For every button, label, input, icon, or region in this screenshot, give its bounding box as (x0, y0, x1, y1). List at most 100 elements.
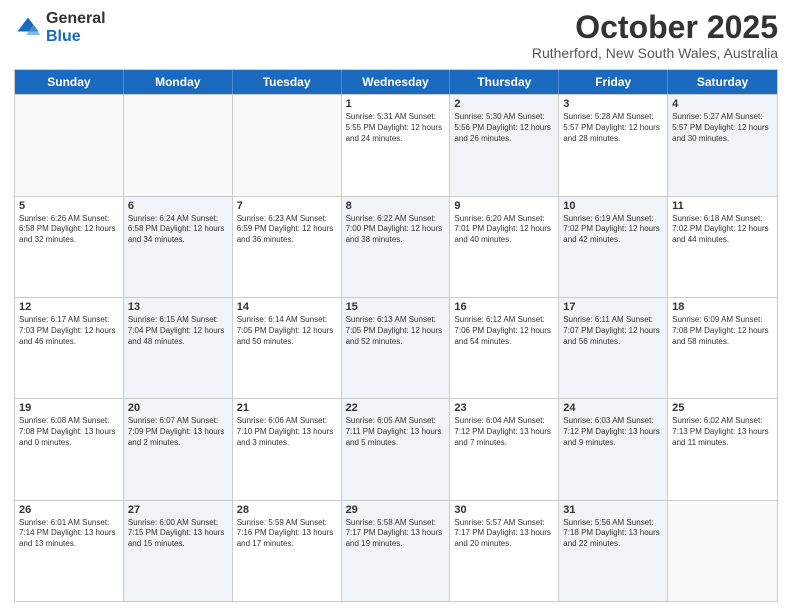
day-number: 15 (346, 301, 446, 313)
calendar-row-3: 19 Sunrise: 6:08 AM Sunset: 7:08 PM Dayli… (15, 398, 777, 499)
day-cell-24: 24 Sunrise: 6:03 AM Sunset: 7:12 PM Dayli… (559, 399, 668, 499)
logo-blue-text: Blue (46, 28, 106, 46)
empty-cell-0-2 (233, 95, 342, 195)
day-info: Sunrise: 6:06 AM Sunset: 7:10 PM Dayligh… (237, 416, 337, 448)
day-cell-29: 29 Sunrise: 5:58 AM Sunset: 7:17 PM Dayli… (342, 501, 451, 601)
calendar-row-4: 26 Sunrise: 6:01 AM Sunset: 7:14 PM Dayli… (15, 500, 777, 601)
logo-text: General Blue (46, 10, 106, 45)
day-number: 2 (454, 98, 554, 110)
empty-cell-0-0 (15, 95, 124, 195)
empty-cell-0-1 (124, 95, 233, 195)
day-number: 29 (346, 504, 446, 516)
logo: General Blue (14, 10, 106, 45)
day-cell-8: 8 Sunrise: 6:22 AM Sunset: 7:00 PM Daylig… (342, 197, 451, 297)
weekday-header-friday: Friday (559, 70, 668, 94)
day-number: 21 (237, 402, 337, 414)
calendar-row-2: 12Sunrise: 6:17 AM Sunset: 7:03 PM Dayli… (15, 297, 777, 398)
weekday-header-thursday: Thursday (450, 70, 559, 94)
day-cell-25: 25 Sunrise: 6:02 AM Sunset: 7:13 PM Dayli… (668, 399, 777, 499)
calendar-header: SundayMondayTuesdayWednesdayThursdayFrid… (15, 70, 777, 94)
day-info: Sunrise: 6:05 AM Sunset: 7:11 PM Dayligh… (346, 416, 446, 448)
day-info: Sunrise: 5:59 AM Sunset: 7:16 PM Dayligh… (237, 518, 337, 550)
day-number: 14 (237, 301, 337, 313)
day-number: 3 (563, 98, 663, 110)
day-number: 10 (563, 200, 663, 212)
day-number: 18 (672, 301, 773, 313)
day-number: 5 (19, 200, 119, 212)
day-info: Sunrise: 6:09 AM Sunset: 7:08 PM Dayligh… (672, 315, 773, 347)
day-number: 8 (346, 200, 446, 212)
day-info: Sunrise: 6:01 AM Sunset: 7:14 PM Dayligh… (19, 518, 119, 550)
day-info: Sunrise: 6:14 AM Sunset: 7:05 PM Dayligh… (237, 315, 337, 347)
day-info: Sunrise: 6:02 AM Sunset: 7:13 PM Dayligh… (672, 416, 773, 448)
weekday-header-wednesday: Wednesday (342, 70, 451, 94)
weekday-header-sunday: Sunday (15, 70, 124, 94)
day-cell-12: 12Sunrise: 6:17 AM Sunset: 7:03 PM Dayli… (15, 298, 124, 398)
day-cell-21: 21 Sunrise: 6:06 AM Sunset: 7:10 PM Dayli… (233, 399, 342, 499)
logo-icon (14, 14, 42, 42)
day-number: 23 (454, 402, 554, 414)
day-info: Sunrise: 6:12 AM Sunset: 7:06 PM Dayligh… (454, 315, 554, 347)
calendar-row-0: 1Sunrise: 5:31 AM Sunset: 5:55 PM Daylig… (15, 94, 777, 195)
day-info: Sunrise: 6:20 AM Sunset: 7:01 PM Dayligh… (454, 214, 554, 246)
weekday-header-saturday: Saturday (668, 70, 777, 94)
day-number: 31 (563, 504, 663, 516)
day-number: 30 (454, 504, 554, 516)
day-number: 1 (346, 98, 446, 110)
day-cell-1: 1Sunrise: 5:31 AM Sunset: 5:55 PM Daylig… (342, 95, 451, 195)
day-cell-11: 11 Sunrise: 6:18 AM Sunset: 7:02 PM Dayli… (668, 197, 777, 297)
day-cell-14: 14 Sunrise: 6:14 AM Sunset: 7:05 PM Dayli… (233, 298, 342, 398)
day-number: 6 (128, 200, 228, 212)
day-cell-5: 5 Sunrise: 6:26 AM Sunset: 6:58 PM Daylig… (15, 197, 124, 297)
day-info: Sunrise: 6:04 AM Sunset: 7:12 PM Dayligh… (454, 416, 554, 448)
day-number: 22 (346, 402, 446, 414)
day-number: 24 (563, 402, 663, 414)
day-cell-20: 20Sunrise: 6:07 AM Sunset: 7:09 PM Dayli… (124, 399, 233, 499)
day-info: Sunrise: 6:22 AM Sunset: 7:00 PM Dayligh… (346, 214, 446, 246)
day-cell-15: 15 Sunrise: 6:13 AM Sunset: 7:05 PM Dayli… (342, 298, 451, 398)
header-right: October 2025 Rutherford, New South Wales… (532, 10, 778, 61)
day-info: Sunrise: 6:18 AM Sunset: 7:02 PM Dayligh… (672, 214, 773, 246)
day-number: 13 (128, 301, 228, 313)
day-cell-26: 26 Sunrise: 6:01 AM Sunset: 7:14 PM Dayli… (15, 501, 124, 601)
day-number: 25 (672, 402, 773, 414)
day-number: 11 (672, 200, 773, 212)
day-cell-16: 16Sunrise: 6:12 AM Sunset: 7:06 PM Dayli… (450, 298, 559, 398)
day-cell-9: 9 Sunrise: 6:20 AM Sunset: 7:01 PM Daylig… (450, 197, 559, 297)
day-info: Sunrise: 5:28 AM Sunset: 5:57 PM Dayligh… (563, 112, 663, 144)
day-cell-6: 6 Sunrise: 6:24 AM Sunset: 6:58 PM Daylig… (124, 197, 233, 297)
day-number: 7 (237, 200, 337, 212)
day-number: 27 (128, 504, 228, 516)
day-number: 19 (19, 402, 119, 414)
day-number: 17 (563, 301, 663, 313)
day-info: Sunrise: 6:00 AM Sunset: 7:15 PM Dayligh… (128, 518, 228, 550)
day-number: 12 (19, 301, 119, 313)
day-info: Sunrise: 6:13 AM Sunset: 7:05 PM Dayligh… (346, 315, 446, 347)
day-cell-23: 23 Sunrise: 6:04 AM Sunset: 7:12 PM Dayli… (450, 399, 559, 499)
day-number: 26 (19, 504, 119, 516)
day-info: Sunrise: 6:24 AM Sunset: 6:58 PM Dayligh… (128, 214, 228, 246)
day-info: Sunrise: 6:03 AM Sunset: 7:12 PM Dayligh… (563, 416, 663, 448)
day-info: Sunrise: 6:26 AM Sunset: 6:58 PM Dayligh… (19, 214, 119, 246)
day-info: Sunrise: 5:30 AM Sunset: 5:56 PM Dayligh… (454, 112, 554, 144)
page: General Blue October 2025 Rutherford, Ne… (0, 0, 792, 612)
day-cell-17: 17 Sunrise: 6:11 AM Sunset: 7:07 PM Dayli… (559, 298, 668, 398)
day-info: Sunrise: 6:07 AM Sunset: 7:09 PM Dayligh… (128, 416, 228, 448)
day-cell-3: 3 Sunrise: 5:28 AM Sunset: 5:57 PM Daylig… (559, 95, 668, 195)
day-cell-7: 7Sunrise: 6:23 AM Sunset: 6:59 PM Daylig… (233, 197, 342, 297)
weekday-header-monday: Monday (124, 70, 233, 94)
day-cell-31: 31Sunrise: 5:56 AM Sunset: 7:18 PM Dayli… (559, 501, 668, 601)
calendar-body: 1Sunrise: 5:31 AM Sunset: 5:55 PM Daylig… (15, 94, 777, 601)
day-info: Sunrise: 6:19 AM Sunset: 7:02 PM Dayligh… (563, 214, 663, 246)
day-number: 9 (454, 200, 554, 212)
day-info: Sunrise: 6:08 AM Sunset: 7:08 PM Dayligh… (19, 416, 119, 448)
day-info: Sunrise: 6:11 AM Sunset: 7:07 PM Dayligh… (563, 315, 663, 347)
day-cell-4: 4Sunrise: 5:27 AM Sunset: 5:57 PM Daylig… (668, 95, 777, 195)
day-number: 4 (672, 98, 773, 110)
day-info: Sunrise: 5:58 AM Sunset: 7:17 PM Dayligh… (346, 518, 446, 550)
day-cell-28: 28Sunrise: 5:59 AM Sunset: 7:16 PM Dayli… (233, 501, 342, 601)
calendar: SundayMondayTuesdayWednesdayThursdayFrid… (14, 69, 778, 602)
empty-cell-4-6 (668, 501, 777, 601)
day-cell-27: 27 Sunrise: 6:00 AM Sunset: 7:15 PM Dayli… (124, 501, 233, 601)
logo-general-text: General (46, 10, 106, 28)
